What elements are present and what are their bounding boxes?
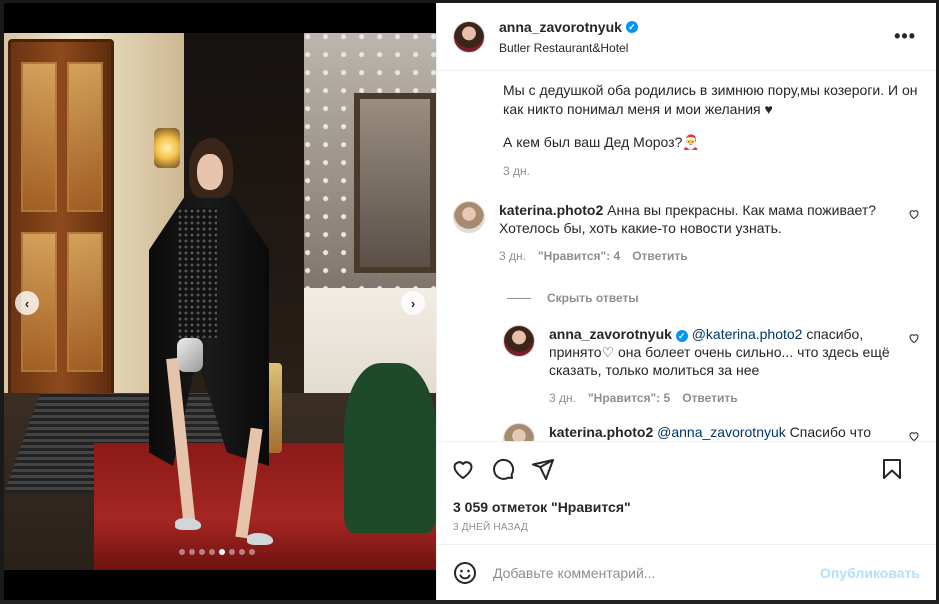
carousel-dot [219,549,225,555]
reply-author-avatar[interactable] [503,423,535,441]
post-media: ‹ › [4,3,436,600]
photo-rocking-horse [344,363,436,533]
reply-meta: 3 дн. "Нравится": 5 Ответить [549,389,890,407]
reply-mention[interactable]: @katerina.photo2 [692,326,803,342]
toggle-line [507,297,531,299]
reply-author-avatar[interactable] [503,325,535,357]
author-row: anna_zavorotnyuk ✓ [499,19,638,35]
comments-list[interactable]: Мы с дедушкой оба родились в зимнюю пору… [437,71,936,441]
author-username[interactable]: anna_zavorotnyuk [499,19,622,35]
hide-replies-label: Скрыть ответы [547,291,639,305]
hide-replies-button[interactable]: Скрыть ответы [507,291,920,305]
carousel-dot [249,549,255,555]
more-options-icon[interactable]: ••• [894,27,916,45]
chevron-right-icon: › [410,295,416,311]
comment-bubble-icon[interactable] [491,457,515,481]
reply-mention[interactable]: @anna_zavorotnyuk [657,424,786,440]
door-panel [21,62,57,212]
photo-door [8,39,114,399]
like-heart-icon[interactable] [451,457,475,481]
post-modal: ‹ › anna_zavorotnyuk ✓ Butler Restaurant… [4,3,936,600]
photo-person [139,138,279,558]
caption-line: А кем был ваш Дед Мороз?🎅 [503,134,700,150]
reply-time[interactable]: 3 дн. [549,389,576,407]
reply-like-heart-icon[interactable] [908,331,920,344]
comment-like-heart-icon[interactable] [908,207,920,220]
reply-like-heart-icon[interactable] [908,429,920,441]
add-comment-bar: Опубликовать [437,544,936,600]
carousel-dot [239,549,245,555]
comment-like-count[interactable]: "Нравится": 4 [538,247,620,265]
post-details-panel: anna_zavorotnyuk ✓ Butler Restaurant&Hot… [436,3,936,600]
author-avatar[interactable] [453,20,485,53]
post-actions-bar [437,441,936,496]
carousel-dot [209,549,215,555]
comment-reply-button[interactable]: Ответить [632,247,687,265]
carousel-dot [199,549,205,555]
reply-reply-button[interactable]: Ответить [682,389,737,407]
chevron-left-icon: ‹ [24,295,30,311]
person-face [197,154,223,190]
carousel-dot [229,549,235,555]
post-like-count[interactable]: 3 059 отметок "Нравится" [437,496,936,518]
post-header: anna_zavorotnyuk ✓ Butler Restaurant&Hot… [437,3,936,71]
caption-meta: 3 дн. [503,162,920,181]
reply-username[interactable]: katerina.photo2 [549,424,653,440]
reply-body: katerina.photo2 @anna_zavorotnyuk Спасиб… [549,423,920,441]
comment-time[interactable]: 3 дн. [499,247,526,265]
verified-badge-icon: ✓ [675,330,688,342]
comment-body: katerina.photo2 Анна вы прекрасны. Как м… [499,201,920,265]
person-shoe [175,518,201,530]
reply-username[interactable]: anna_zavorotnyuk [549,326,672,342]
carousel-next-button[interactable]: › [401,291,425,315]
post-photo [4,33,436,570]
reply-body: anna_zavorotnyuk ✓ @katerina.photo2 спас… [549,325,920,407]
person-clutch [177,338,203,372]
door-panel [67,232,103,372]
comment-meta: 3 дн. "Нравится": 4 Ответить [499,247,890,265]
reply-item: katerina.photo2 @anna_zavorotnyuk Спасиб… [503,423,920,441]
emoji-icon[interactable] [453,561,477,585]
carousel-indicator [179,549,255,555]
carousel-dot [189,549,195,555]
caption-gap [503,119,920,133]
post-caption: Мы с дедушкой оба родились в зимнюю пору… [453,81,920,181]
comment-username[interactable]: katerina.photo2 [499,202,603,218]
carousel-prev-button[interactable]: ‹ [15,291,39,315]
photo-mirror [354,93,436,273]
reply-item: anna_zavorotnyuk ✓ @katerina.photo2 спас… [503,325,920,407]
bookmark-save-icon[interactable] [880,457,904,481]
post-location[interactable]: Butler Restaurant&Hotel [499,41,638,55]
carousel-dot [179,549,185,555]
caption-time[interactable]: 3 дн. [503,162,530,181]
post-header-text: anna_zavorotnyuk ✓ Butler Restaurant&Hot… [499,19,638,55]
publish-button[interactable]: Опубликовать [820,565,920,581]
comment-item: katerina.photo2 Анна вы прекрасны. Как м… [453,201,920,265]
commenter-avatar[interactable] [453,201,485,233]
page-bottom-strip [0,600,939,604]
caption-line: Мы с дедушкой оба родились в зимнюю пору… [503,82,918,117]
share-paper-plane-icon[interactable] [531,457,555,481]
door-panel [67,62,103,212]
verified-badge-icon: ✓ [625,20,638,33]
person-dress [177,208,217,338]
reply-like-count[interactable]: "Нравится": 5 [588,389,670,407]
person-shoe [247,533,273,545]
post-date[interactable]: 3 ДНЕЙ НАЗАД [437,518,936,544]
comment-input[interactable] [493,564,821,581]
